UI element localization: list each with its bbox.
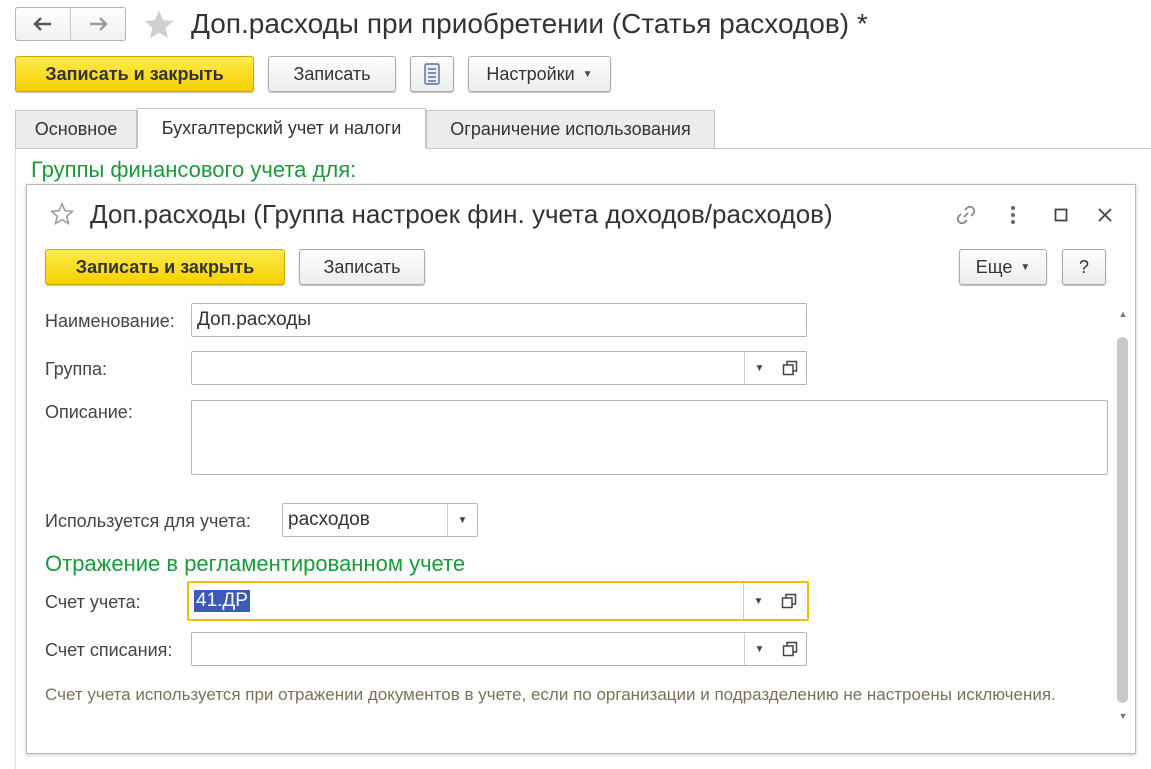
more-button-label: Еще [975, 256, 1013, 277]
maximize-icon [1054, 208, 1068, 222]
link-button[interactable] [952, 201, 980, 229]
arrow-right-icon [90, 17, 108, 31]
dialog-favorite-star-button[interactable] [49, 201, 75, 227]
open-window-icon [782, 360, 798, 376]
open-window-icon [781, 593, 797, 609]
star-icon [144, 10, 174, 39]
tab-main[interactable]: Основное [15, 110, 137, 148]
reg-accounting-section-title: Отражение в регламентированном учете [45, 551, 466, 576]
writeoff-label: Счет списания: [45, 640, 173, 660]
nav-arrows [15, 7, 126, 41]
scroll-down-arrow[interactable]: ▼ [1115, 711, 1131, 723]
document-list-icon [424, 63, 440, 85]
more-actions-button[interactable] [1001, 201, 1025, 229]
group-select[interactable]: ▼ [191, 351, 807, 385]
save-button[interactable]: Записать [268, 56, 396, 92]
writeoff-select[interactable]: ▼ [191, 632, 807, 666]
chevron-down-icon: ▼ [582, 68, 593, 80]
chevron-down-icon: ▼ [457, 514, 468, 526]
used-for-value: расходов [288, 509, 370, 530]
more-button[interactable]: Еще ▼ [959, 249, 1047, 285]
used-for-select[interactable]: расходов ▼ [282, 503, 478, 537]
dialog-save-close-button[interactable]: Записать и закрыть [45, 249, 285, 285]
group-dropdown-button[interactable]: ▼ [744, 352, 774, 384]
account-value: 41.ДР [194, 590, 250, 612]
settings-button-label: Настройки [486, 63, 575, 84]
account-note: Счет учета используется при отражении до… [45, 685, 1056, 704]
open-window-icon [782, 641, 798, 657]
name-input[interactable]: Доп.расходы [191, 303, 807, 337]
back-button[interactable] [16, 8, 70, 40]
used-for-label: Используется для учета: [45, 511, 251, 531]
settings-button[interactable]: Настройки ▼ [468, 56, 611, 92]
group-label: Группа: [45, 359, 108, 379]
used-for-dropdown-button[interactable]: ▼ [447, 504, 477, 536]
maximize-button[interactable] [1047, 201, 1075, 229]
tab-accounting[interactable]: Бухгалтерский учет и налоги [137, 108, 426, 148]
forward-button[interactable] [70, 8, 125, 40]
name-label: Наименование: [45, 311, 175, 331]
document-list-button[interactable] [410, 56, 454, 92]
scrollbar-thumb[interactable] [1117, 337, 1128, 703]
chevron-down-icon: ▼ [754, 643, 765, 655]
dialog-save-button[interactable]: Записать [299, 249, 425, 285]
account-open-button[interactable] [777, 589, 801, 613]
scroll-up-arrow[interactable]: ▲ [1115, 309, 1131, 321]
description-label: Описание: [45, 402, 133, 422]
tab-underline-right [426, 148, 1151, 149]
description-textarea[interactable] [191, 400, 1108, 475]
writeoff-dropdown-button[interactable]: ▼ [744, 633, 774, 665]
content-left-border [15, 148, 16, 769]
chevron-down-icon: ▼ [754, 362, 765, 374]
chevron-down-icon: ▼ [1020, 261, 1031, 273]
favorite-star-button[interactable] [142, 8, 176, 42]
chevron-down-icon: ▼ [753, 595, 764, 607]
group-open-button[interactable] [778, 356, 802, 380]
close-icon [1098, 208, 1112, 222]
name-input-value: Доп.расходы [197, 309, 312, 330]
close-button[interactable] [1091, 201, 1119, 229]
star-outline-icon [49, 201, 75, 226]
save-close-button[interactable]: Записать и закрыть [15, 56, 254, 92]
group-settings-dialog: Доп.расходы (Группа настроек фин. учета … [26, 184, 1136, 754]
fin-groups-section-title: Группы финансового учета для: [31, 157, 357, 182]
dialog-title: Доп.расходы (Группа настроек фин. учета … [90, 199, 833, 229]
more-vertical-icon [1011, 206, 1015, 224]
link-icon [956, 205, 976, 225]
writeoff-open-button[interactable] [778, 637, 802, 661]
arrow-left-icon [33, 17, 51, 31]
tab-restrictions[interactable]: Ограничение использования [426, 110, 715, 148]
tab-underline [15, 148, 137, 149]
help-button[interactable]: ? [1062, 249, 1106, 285]
account-select[interactable]: 41.ДР ▼ [187, 581, 809, 621]
window-title: Доп.расходы при приобретении (Статья рас… [191, 8, 868, 39]
account-dropdown-button[interactable]: ▼ [743, 583, 773, 619]
account-label: Счет учета: [45, 592, 141, 612]
